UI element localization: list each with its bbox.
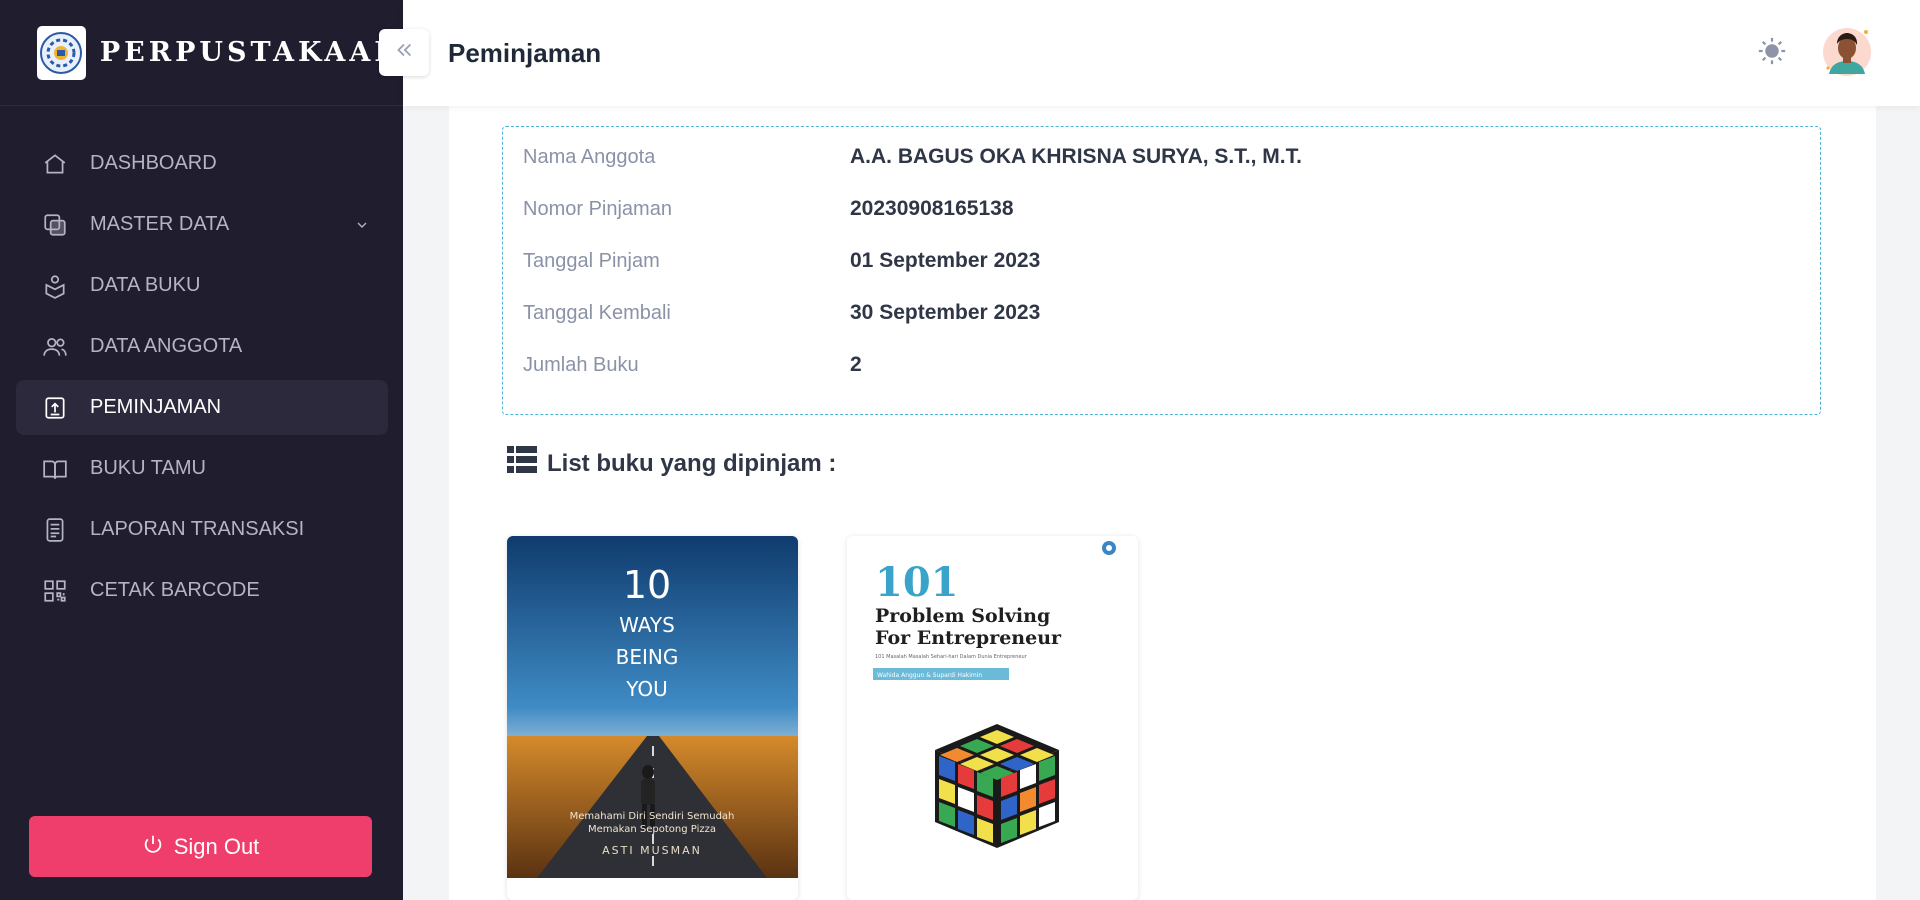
cover-author: ASTI MUSMAN [602, 844, 702, 857]
sidebar-nav: DASHBOARD MASTER DATA DATA BUKU DATA ANG… [16, 136, 388, 624]
sidebar-item-dashboard[interactable]: DASHBOARD [16, 136, 388, 191]
sidebar-item-label: CETAK BARCODE [90, 579, 260, 601]
info-label: Tanggal Pinjam [523, 249, 660, 272]
open-book-icon [40, 454, 70, 484]
cover-number: 101 [875, 559, 959, 606]
page-title: Peminjaman [448, 38, 602, 68]
book-cover-10-ways-being-you: 10 WAYS BEING YOU Memahami Diri Sendiri … [507, 536, 798, 878]
sidebar: PERPUSTAKAAN DASHBOARD MASTER DATA DATA … [0, 0, 403, 900]
book-card[interactable]: 101 Problem Solving For Entrepreneur 101… [847, 536, 1138, 900]
qr-code-icon [40, 576, 70, 606]
book-reader-icon [40, 271, 70, 301]
power-icon [142, 833, 164, 861]
info-row-jumlah-buku: Jumlah Buku 2 [523, 350, 1803, 380]
info-row-tanggal-pinjam: Tanggal Pinjam 01 September 2023 [523, 246, 1803, 276]
sidebar-item-label: LAPORAN TRANSAKSI [90, 518, 305, 540]
info-row-nama-anggota: Nama Anggota A.A. BAGUS OKA KHRISNA SURY… [523, 142, 1803, 172]
sidebar-item-master-data[interactable]: MASTER DATA [16, 197, 388, 252]
sidebar-item-label: BUKU TAMU [90, 457, 206, 479]
sidebar-item-data-buku[interactable]: DATA BUKU [16, 258, 388, 313]
list-icon [507, 446, 537, 481]
top-header: Peminjaman [379, 0, 1920, 106]
main-content: Nama Anggota A.A. BAGUS OKA KHRISNA SURY… [449, 106, 1876, 900]
sun-icon [1757, 36, 1787, 71]
avatar[interactable] [1819, 24, 1875, 80]
info-value: 30 September 2023 [850, 301, 1041, 324]
sidebar-item-label: PEMINJAMAN [90, 396, 222, 418]
borrowed-books-title: List buku yang dipinjam : [547, 449, 837, 477]
loan-icon [40, 393, 70, 423]
cover-line: WAYS [619, 613, 675, 637]
info-row-tanggal-kembali: Tanggal Kembali 30 September 2023 [523, 298, 1803, 328]
info-row-nomor-pinjaman: Nomor Pinjaman 20230908165138 [523, 194, 1803, 224]
brand-name: PERPUSTAKAAN [99, 37, 403, 68]
sidebar-item-buku-tamu[interactable]: BUKU TAMU [16, 441, 388, 496]
loan-info-box: Nama Anggota A.A. BAGUS OKA KHRISNA SURY… [502, 126, 1821, 415]
info-value: 01 September 2023 [850, 249, 1041, 272]
info-value: 20230908165138 [850, 197, 1014, 220]
cover-line: For Entrepreneur [875, 627, 1062, 649]
sidebar-item-label: DATA BUKU [90, 274, 201, 296]
cover-subtitle: Memakan Sepotong Pizza [588, 824, 716, 835]
cover-line: Problem Solving [875, 605, 1050, 627]
sign-out-label: Sign Out [173, 833, 260, 859]
report-icon [40, 515, 70, 545]
cover-author: Wahida Anggun & Supardi Hakimin [877, 672, 982, 679]
cover-subtitle: 101 Masalah Masalah Sehari-hari Dalam Du… [875, 654, 1028, 660]
double-chevron-left-icon [393, 39, 415, 66]
sidebar-item-cetak-barcode[interactable]: CETAK BARCODE [16, 563, 388, 618]
cover-line: YOU [625, 677, 668, 701]
sign-out-button[interactable]: Sign Out [29, 816, 372, 877]
collapse-sidebar-button[interactable] [379, 29, 429, 76]
theme-toggle-button[interactable] [1755, 36, 1789, 70]
chevron-down-icon [354, 217, 370, 233]
book-card[interactable]: 10 WAYS BEING YOU Memahami Diri Sendiri … [507, 536, 798, 900]
borrowed-books-heading: List buku yang dipinjam : [507, 446, 836, 481]
info-label: Tanggal Kembali [523, 301, 671, 324]
rubiks-cube-image [935, 724, 1059, 848]
users-icon [40, 332, 70, 362]
sidebar-item-peminjaman[interactable]: PEMINJAMAN [16, 380, 388, 435]
sidebar-item-data-anggota[interactable]: DATA ANGGOTA [16, 319, 388, 374]
sidebar-item-label: MASTER DATA [90, 213, 230, 235]
sidebar-item-label: DATA ANGGOTA [90, 335, 243, 357]
cover-line: BEING [616, 645, 679, 669]
info-value: A.A. BAGUS OKA KHRISNA SURYA, S.T., M.T. [850, 145, 1302, 168]
book-cover-101-problem-solving: 101 Problem Solving For Entrepreneur 101… [847, 536, 1138, 900]
layers-icon [40, 210, 70, 240]
info-label: Nomor Pinjaman [523, 197, 672, 220]
info-value: 2 [850, 353, 862, 376]
cover-subtitle: Memahami Diri Sendiri Semudah [570, 811, 735, 822]
cover-number: 10 [623, 563, 671, 607]
sidebar-item-label: DASHBOARD [90, 152, 217, 174]
brand: PERPUSTAKAAN [0, 0, 403, 106]
library-logo [37, 25, 86, 80]
info-label: Jumlah Buku [523, 353, 639, 376]
info-label: Nama Anggota [523, 145, 656, 168]
sidebar-item-laporan-transaksi[interactable]: LAPORAN TRANSAKSI [16, 502, 388, 557]
home-icon [40, 149, 70, 179]
